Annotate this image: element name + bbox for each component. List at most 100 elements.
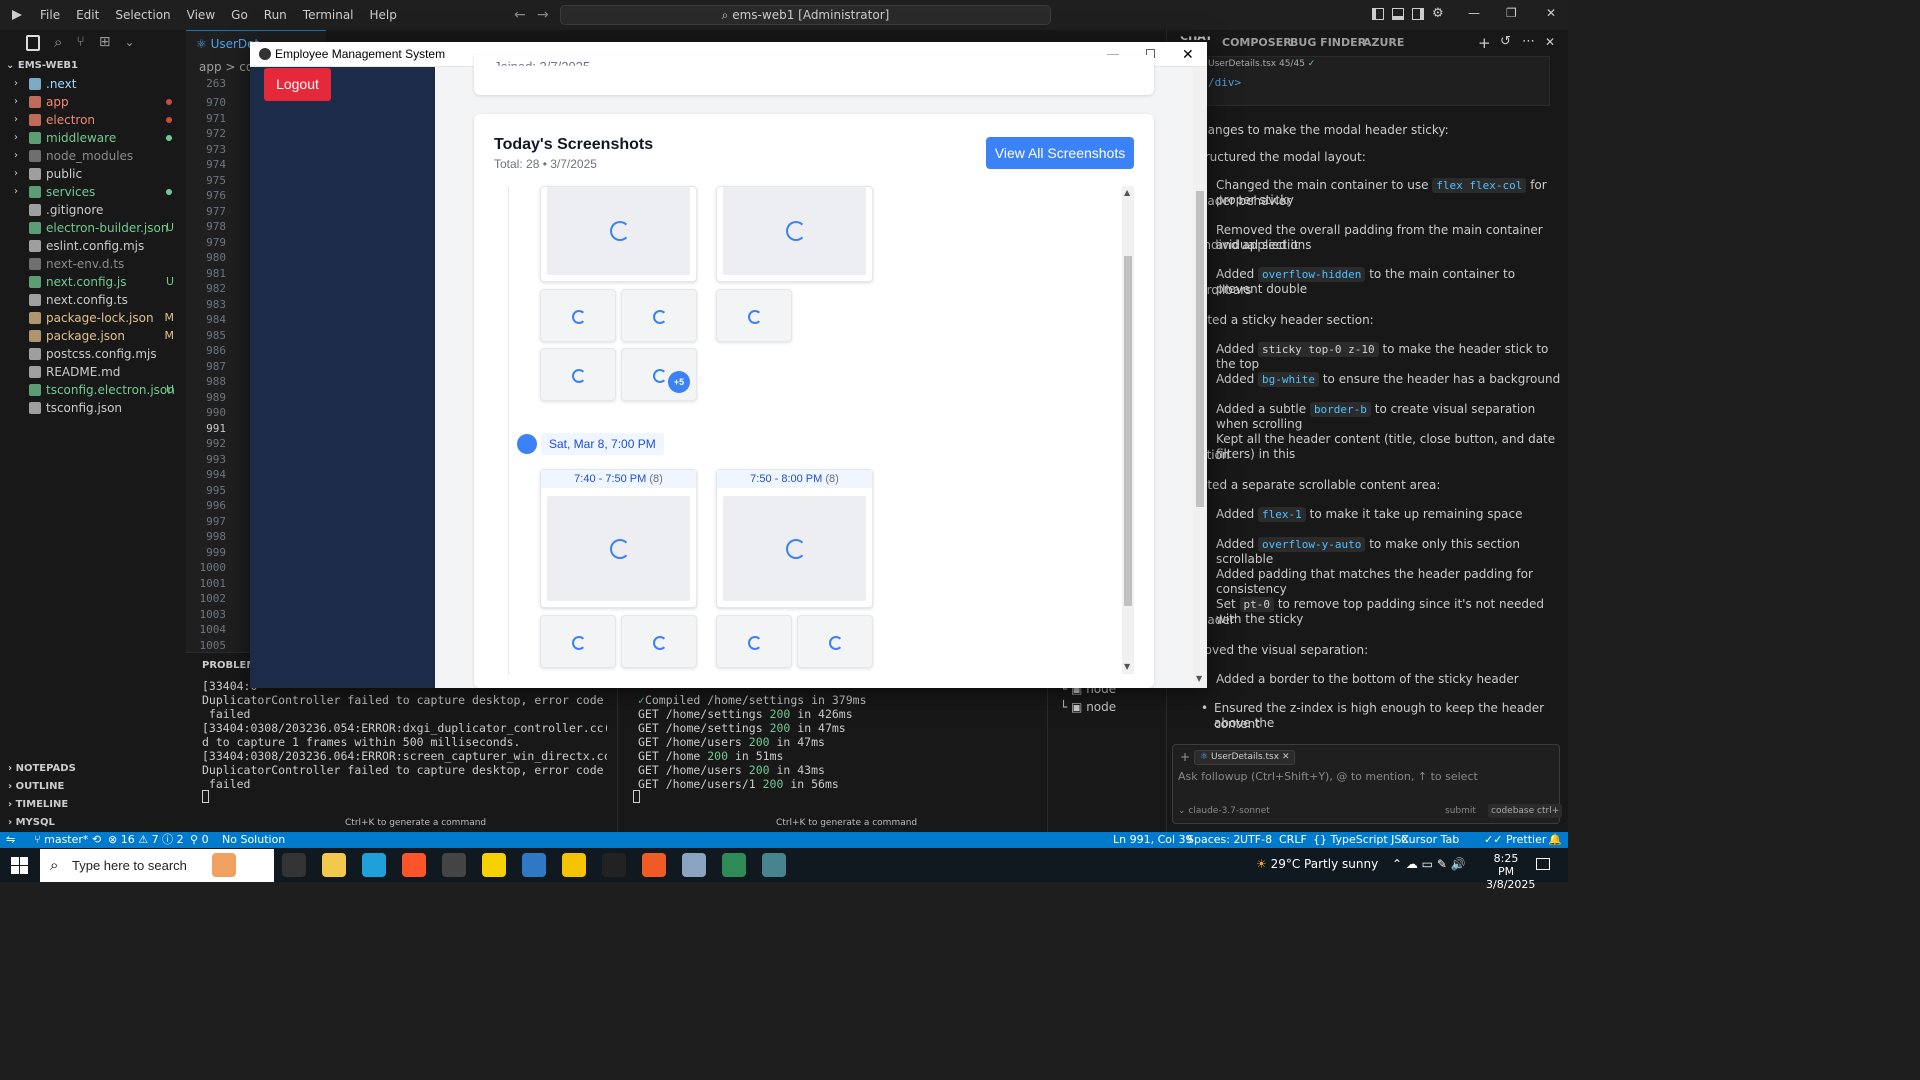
source-control-icon[interactable]: ⑂: [76, 35, 84, 56]
folder-item[interactable]: › node_modules: [0, 147, 186, 165]
weather-widget[interactable]: ☀ 29°C Partly sunny: [1256, 857, 1378, 871]
tray-icons[interactable]: ⌃ ☁ ▭ ✎ 🔊: [1392, 857, 1466, 871]
cursor-tab[interactable]: Cursor Tab: [1401, 832, 1459, 848]
sticky-notes-icon[interactable]: [482, 853, 506, 877]
file-item[interactable]: next.config.ts: [0, 291, 186, 309]
encoding[interactable]: UTF-8: [1240, 832, 1272, 848]
file-item[interactable]: eslint.config.mjs: [0, 237, 186, 255]
close-icon[interactable]: ✕: [1282, 752, 1290, 762]
logout-button[interactable]: Logout: [264, 68, 331, 101]
language-mode[interactable]: {} TypeScript JSX: [1313, 832, 1409, 848]
terminal-instance[interactable]: └ ▣ node: [1060, 700, 1116, 714]
nav-forward-icon[interactable]: →: [537, 7, 549, 23]
screenshot-group-card[interactable]: 7:50 - 8:00 PM (8): [716, 469, 873, 608]
spreadsheet-icon[interactable]: [722, 853, 746, 877]
model-selector[interactable]: ⌄ claude-3.7-sonnet: [1178, 806, 1270, 816]
menu-item[interactable]: View: [179, 0, 223, 30]
problems-indicator[interactable]: ⊗ 16 ⚠ 7 ⓘ 2: [108, 832, 184, 848]
file-item[interactable]: next.config.js U: [0, 273, 186, 291]
toggle-panel-icon[interactable]: [1392, 8, 1404, 20]
inner-scrollbar[interactable]: ▲ ▼: [1122, 186, 1134, 674]
file-item[interactable]: .gitignore: [0, 201, 186, 219]
indentation[interactable]: Spaces: 2: [1187, 832, 1240, 848]
chevron-down-icon[interactable]: ⌄: [125, 35, 135, 56]
sidebar-section[interactable]: › OUTLINE: [0, 778, 186, 796]
menu-item[interactable]: Help: [362, 0, 405, 30]
screenshot-thumbnail[interactable]: [540, 615, 616, 668]
folder-item[interactable]: › electron: [0, 111, 186, 129]
screenshot-thumbnail[interactable]: [540, 289, 616, 342]
menu-item[interactable]: Go: [223, 0, 256, 30]
edge-icon[interactable]: [362, 853, 386, 877]
history-icon[interactable]: ↺: [1500, 34, 1511, 49]
folder-item[interactable]: › services: [0, 183, 186, 201]
postman-icon[interactable]: [642, 853, 666, 877]
file-chip[interactable]: ⚛ UserDetails.tsx ✕: [1194, 750, 1296, 765]
solution-indicator[interactable]: No Solution: [222, 832, 285, 848]
command-center-search[interactable]: ⌕ ems-web1 [Administrator]: [560, 5, 1051, 25]
codebase-button[interactable]: codebase ctrl+: [1488, 804, 1563, 818]
window-close-button[interactable]: ✕: [1546, 6, 1556, 20]
app-icon[interactable]: [562, 853, 586, 877]
brave-icon[interactable]: [402, 853, 426, 877]
menu-item[interactable]: Run: [256, 0, 295, 30]
notification-center-icon[interactable]: [1536, 858, 1550, 870]
view-all-screenshots-button[interactable]: View All Screenshots: [986, 137, 1134, 169]
window-minimize-button[interactable]: —: [1468, 6, 1480, 20]
menu-item[interactable]: Selection: [107, 0, 178, 30]
file-item[interactable]: tsconfig.electron.json U: [0, 381, 186, 399]
screenshot-thumbnail[interactable]: [716, 615, 792, 668]
remote-icon[interactable]: ⇋: [6, 832, 15, 848]
sidebar-section[interactable]: › NOTEPADS: [0, 760, 186, 778]
screenshot-group-card[interactable]: [716, 186, 873, 282]
folder-item[interactable]: › middleware: [0, 129, 186, 147]
vscode-icon[interactable]: [522, 853, 546, 877]
people-widget-icon[interactable]: [212, 853, 236, 877]
folder-item[interactable]: › app: [0, 93, 186, 111]
terminal-right[interactable]: ✓Compiled /home/settings in 379ms GET /ho…: [638, 693, 1043, 793]
screenshot-group-card[interactable]: [540, 186, 697, 282]
toggle-sidebar-icon[interactable]: [1372, 8, 1384, 20]
scroll-up-arrow[interactable]: ▲: [1124, 188, 1130, 197]
file-item[interactable]: README.md: [0, 363, 186, 381]
layout-toggle-icons[interactable]: ⚙: [1372, 7, 1452, 22]
add-context-icon[interactable]: +: [1180, 750, 1190, 764]
menu-item[interactable]: File: [32, 0, 68, 30]
toggle-secondary-sidebar-icon[interactable]: [1412, 8, 1424, 20]
window-scroll-thumb[interactable]: [1196, 191, 1204, 507]
nav-back-icon[interactable]: ←: [514, 7, 526, 23]
terminal-left[interactable]: [33404:0 DuplicatorController failed to c…: [202, 679, 607, 809]
file-ref[interactable]: UserDetails.tsx 45/45 ✓: [1208, 59, 1315, 69]
screenshot-thumbnail[interactable]: [621, 289, 697, 342]
inner-scroll-thumb[interactable]: [1124, 256, 1132, 606]
search-icon[interactable]: ⌕: [54, 35, 62, 56]
window-scrollbar[interactable]: ▼: [1193, 67, 1207, 688]
folder-item[interactable]: › .next: [0, 75, 186, 93]
file-item[interactable]: package.json M: [0, 327, 186, 345]
submit-button[interactable]: submit: [1445, 806, 1476, 816]
prettier-indicator[interactable]: ✓✓ Prettier: [1484, 832, 1546, 848]
extensions-icon[interactable]: ⊞: [99, 35, 111, 56]
eol[interactable]: CRLF: [1279, 832, 1307, 848]
files-icon[interactable]: [26, 35, 40, 51]
scroll-down-arrow[interactable]: ▼: [1196, 674, 1202, 683]
window-restore-button[interactable]: ❐: [1506, 6, 1517, 20]
folder-item[interactable]: › public: [0, 165, 186, 183]
screenshot-thumbnail[interactable]: [621, 615, 697, 668]
file-item[interactable]: postcss.config.mjs: [0, 345, 186, 363]
close-icon[interactable]: ✕: [1545, 35, 1555, 49]
menu-item[interactable]: Edit: [68, 0, 107, 30]
start-button[interactable]: [11, 857, 28, 874]
screenshot-thumbnail[interactable]: [540, 348, 616, 401]
gear-icon[interactable]: ⚙: [1432, 7, 1444, 22]
more-icon[interactable]: ⋯: [1522, 34, 1535, 49]
sidebar-section[interactable]: › MYSQL: [0, 814, 186, 832]
cx-icon[interactable]: [442, 853, 466, 877]
chat-tab[interactable]: BUG FINDER: [1290, 36, 1366, 49]
notifications-icon[interactable]: 🔔: [1548, 832, 1562, 848]
cursor-position[interactable]: Ln 991, Col 39: [1113, 832, 1193, 848]
screenshot-thumbnail[interactable]: [716, 289, 792, 342]
scroll-down-arrow[interactable]: ▼: [1124, 662, 1130, 671]
file-item[interactable]: electron-builder.json U: [0, 219, 186, 237]
file-item[interactable]: next-env.d.ts: [0, 255, 186, 273]
